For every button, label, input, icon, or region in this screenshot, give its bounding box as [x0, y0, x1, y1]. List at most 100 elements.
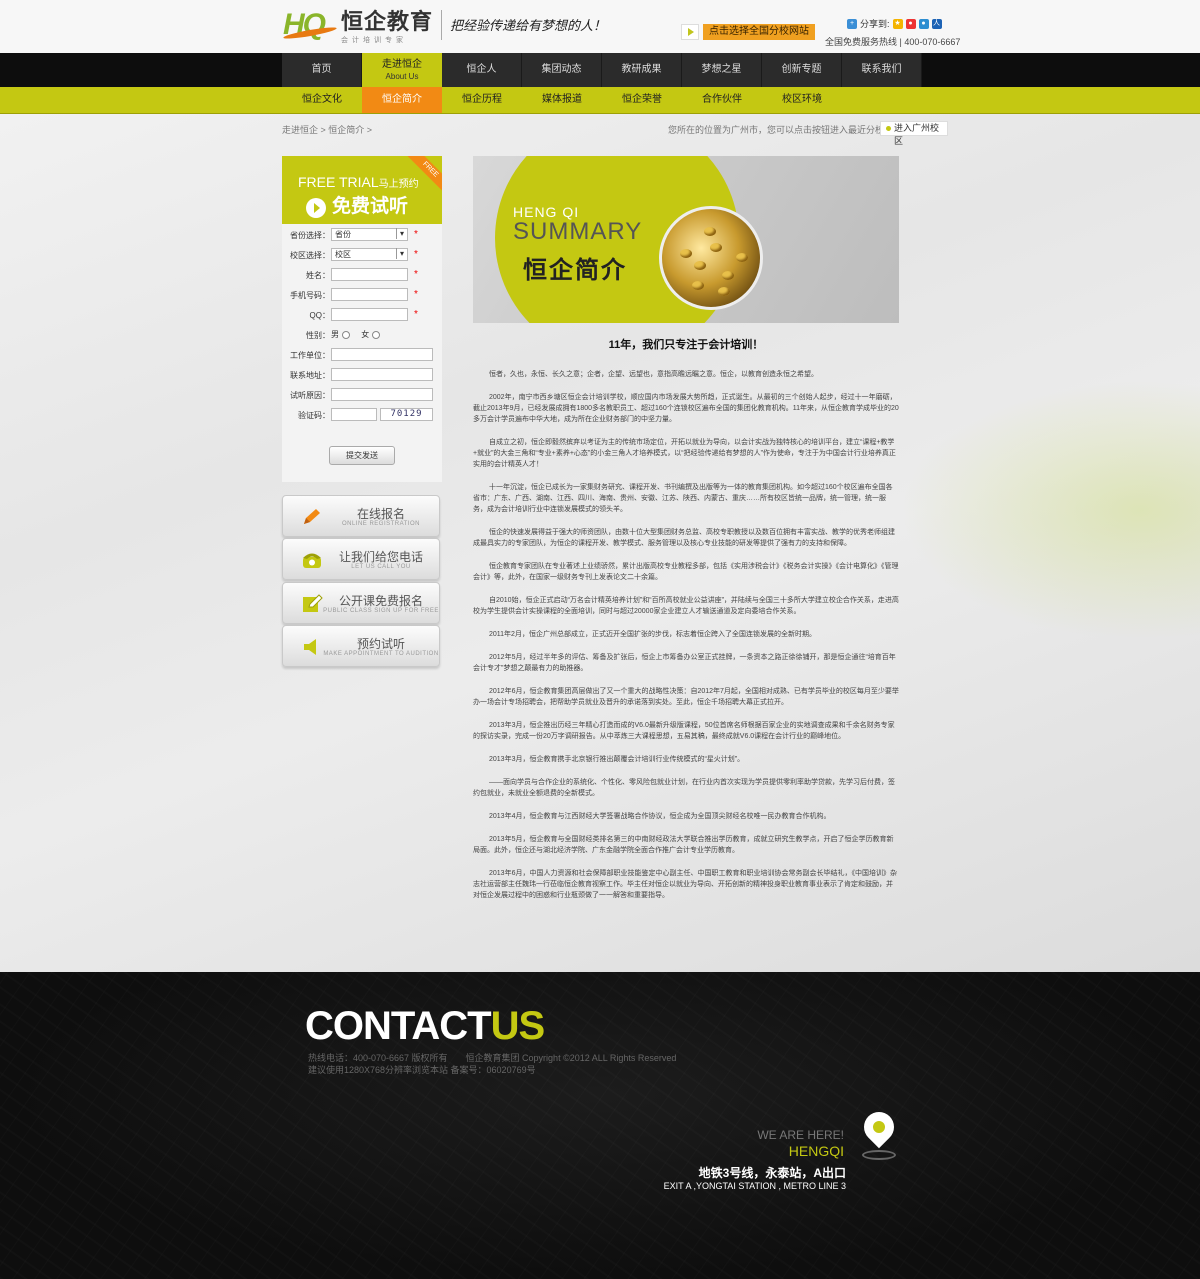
subnav-item-media[interactable]: 媒体报道 [522, 87, 602, 113]
side-button-sub: ONLINE REGISTRATION [341, 521, 421, 527]
phone-icon [301, 550, 323, 570]
share-bar: + 分享到: ★ ● ● 人 [847, 17, 942, 30]
tencent-weibo-icon[interactable]: ● [918, 18, 929, 29]
article-paragraph: 2002年，南宁市西乡塘区恒企会计培训学校，顺应国内市场发展大势所趋，正式诞生。… [473, 394, 899, 423]
we-are-here: WE ARE HERE! [757, 1128, 844, 1142]
nav-item-label: 走进恒企 [382, 59, 422, 70]
trial-form: 省份选择： 省份 * 校区选择： 校区 * 姓名： * 手机号码： * QQ： … [282, 224, 442, 482]
contact-us-heading: CONTACTUS [305, 1004, 546, 1049]
gender-female-radio[interactable] [372, 330, 381, 339]
free-trial-en-text: FREE TRIAL [298, 174, 379, 190]
nav-item-contact[interactable]: 联系我们 [842, 53, 922, 87]
address-label: 联系地址： [290, 371, 330, 380]
us-word: US [490, 1004, 546, 1048]
nav-item-people[interactable]: 恒企人 [442, 53, 522, 87]
select-school-button[interactable]: 点击选择全国分校网站 [703, 24, 815, 40]
reason-input[interactable] [331, 388, 433, 401]
play-icon[interactable] [681, 24, 699, 40]
subnav-item-campus[interactable]: 校区环境 [762, 87, 842, 113]
work-row: 工作单位： [282, 348, 442, 362]
captcha-input[interactable] [331, 408, 377, 421]
logo-divider [441, 9, 443, 40]
nav-item-topics[interactable]: 创新专题 [762, 53, 842, 87]
free-trial-en: FREE TRIAL马上预约 [298, 174, 419, 190]
required-mark: * [414, 249, 418, 260]
phone-input[interactable] [331, 288, 408, 301]
renren-icon[interactable]: 人 [931, 18, 942, 29]
logo-title: 恒企教育 [341, 10, 434, 35]
breadcrumb[interactable]: 走进恒企 > 恒企简介 > [282, 123, 372, 136]
call-me-button[interactable]: 让我们给您电话 LET US CALL YOU [282, 538, 440, 580]
article-paragraph: 恒企的快速发展得益于强大的师资团队，由数十位大型集团财务总监、高校专职教授以及数… [473, 529, 895, 547]
side-button-sub: PUBLIC CLASS SIGN UP FOR FREE [323, 608, 439, 614]
plus-icon[interactable]: + [847, 18, 857, 29]
nav-item-home[interactable]: 首页 [282, 53, 362, 87]
location-pin-icon [857, 1105, 901, 1149]
subnav-item-honors[interactable]: 恒企荣誉 [602, 87, 682, 113]
province-select[interactable]: 省份 [331, 228, 408, 241]
hengqi-label: HENGQI [788, 1143, 844, 1159]
gender-male-radio[interactable] [342, 330, 350, 339]
online-registration-button[interactable]: 在线报名 ONLINE REGISTRATION [282, 495, 440, 537]
required-mark: * [414, 289, 418, 300]
article-paragraph: 恒企教育专家团队在专业著述上业绩骄然，累计出版高校专业教程多部，包括《实用涉税会… [473, 563, 899, 581]
reason-row: 试听原因： [282, 388, 442, 402]
name-row: 姓名： * [282, 268, 442, 282]
captcha-label: 验证码： [298, 411, 330, 420]
submit-button[interactable]: 提交发送 [329, 446, 395, 465]
nav-item-stars[interactable]: 梦想之星 [682, 53, 762, 87]
side-button-sub: LET US CALL YOU [351, 564, 411, 570]
campus-select[interactable]: 校区 [331, 248, 408, 261]
captcha-row: 验证码： 70129 [282, 408, 442, 422]
sub-nav: 恒企文化 恒企简介 恒企历程 媒体报道 恒企荣誉 合作伙伴 校区环境 [0, 87, 1200, 114]
address-row: 联系地址： [282, 368, 442, 382]
subnav-item-partners[interactable]: 合作伙伴 [682, 87, 762, 113]
banner-title: 恒企简介 [523, 256, 627, 284]
name-label: 姓名： [306, 271, 330, 280]
qq-input[interactable] [331, 308, 408, 321]
province-label: 省份选择： [290, 231, 330, 240]
address-input[interactable] [331, 368, 433, 381]
qq-label: QQ： [309, 311, 330, 320]
speaker-icon [301, 637, 323, 657]
side-button-label: 在线报名 [356, 507, 405, 521]
subnav-item-culture[interactable]: 恒企文化 [282, 87, 362, 113]
slogan: 把经验传递给有梦想的人！ [450, 19, 607, 34]
copyright: 热线电话：400-070-6667 版权所有 恒企教育集团 Copyright … [308, 1052, 676, 1076]
summary-banner: HENG QI SUMMARY 恒企简介 [473, 156, 899, 323]
subnav-item-history[interactable]: 恒企历程 [442, 87, 522, 113]
gender-female-label: 女 [361, 330, 370, 339]
side-button-label: 预约试听 [356, 637, 405, 651]
public-class-button[interactable]: 公开课免费报名 PUBLIC CLASS SIGN UP FOR FREE [282, 582, 440, 624]
work-label: 工作单位： [290, 351, 330, 360]
logo-mark: HQ [283, 8, 339, 42]
enter-campus-button[interactable]: 进入广州校区 [880, 121, 948, 146]
article-paragraph: 2013年4月，恒企教育与江西财经大学签署战略合作协议，恒企成为全国顶尖财经名校… [489, 813, 831, 820]
work-input[interactable] [331, 348, 433, 361]
nav-item-about[interactable]: 走进恒企 About Us [362, 53, 442, 87]
side-button-sub: MAKE APPOINTMENT TO AUDITION [323, 651, 439, 657]
qq-row: QQ： * [282, 308, 442, 322]
nav-item-research[interactable]: 教研成果 [602, 53, 682, 87]
phone-label: 手机号码： [290, 291, 330, 300]
name-input[interactable] [331, 268, 408, 281]
article-paragraph: 十一年沉淀，恒企已成长为一家集财务研究、课程开发、书刊编撰及出版等为一体的教育集… [473, 484, 893, 513]
hotline: 全国免费服务热线 | 400-070-6667 [825, 37, 961, 47]
arrow-icon [306, 198, 326, 218]
weibo-icon[interactable]: ● [905, 18, 916, 29]
logo-subtitle: 会计培训专家 [341, 37, 407, 44]
article-paragraph: 自成立之初，恒企即毅然摈弃以考证为主的传统市场定位，开拓以就业为导向，以会计实战… [473, 439, 896, 468]
qzone-icon[interactable]: ★ [892, 18, 903, 29]
side-button-label: 公开课免费报名 [338, 594, 423, 608]
article-body: 恒者，久也，永恒、长久之意；企者，企望、远望也，意指高瞻远瞩之意。恒企，以教育创… [473, 369, 899, 913]
logo[interactable]: HQ 恒企教育 会计培训专家 把经验传递给有梦想的人！ [283, 4, 606, 45]
article-paragraph: 2013年5月，恒企教育与全国财经类排名第三的中南财经政法大学联合推出学历教育，… [473, 836, 894, 854]
article-paragraph: 2013年3月，恒企推出历经三年精心打造而成的V6.0最新升级版课程，50位首席… [473, 722, 895, 740]
subnav-item-summary[interactable]: 恒企简介 [362, 87, 442, 113]
header: HQ 恒企教育 会计培训专家 把经验传递给有梦想的人！ 点击选择全国分校网站 +… [0, 0, 1200, 53]
appointment-button[interactable]: 预约试听 MAKE APPOINTMENT TO AUDITION [282, 625, 440, 667]
nav-item-news[interactable]: 集团动态 [522, 53, 602, 87]
captcha-image[interactable]: 70129 [380, 408, 433, 421]
nav-item-en-label: About Us [385, 72, 419, 81]
abacus-image [659, 206, 763, 310]
